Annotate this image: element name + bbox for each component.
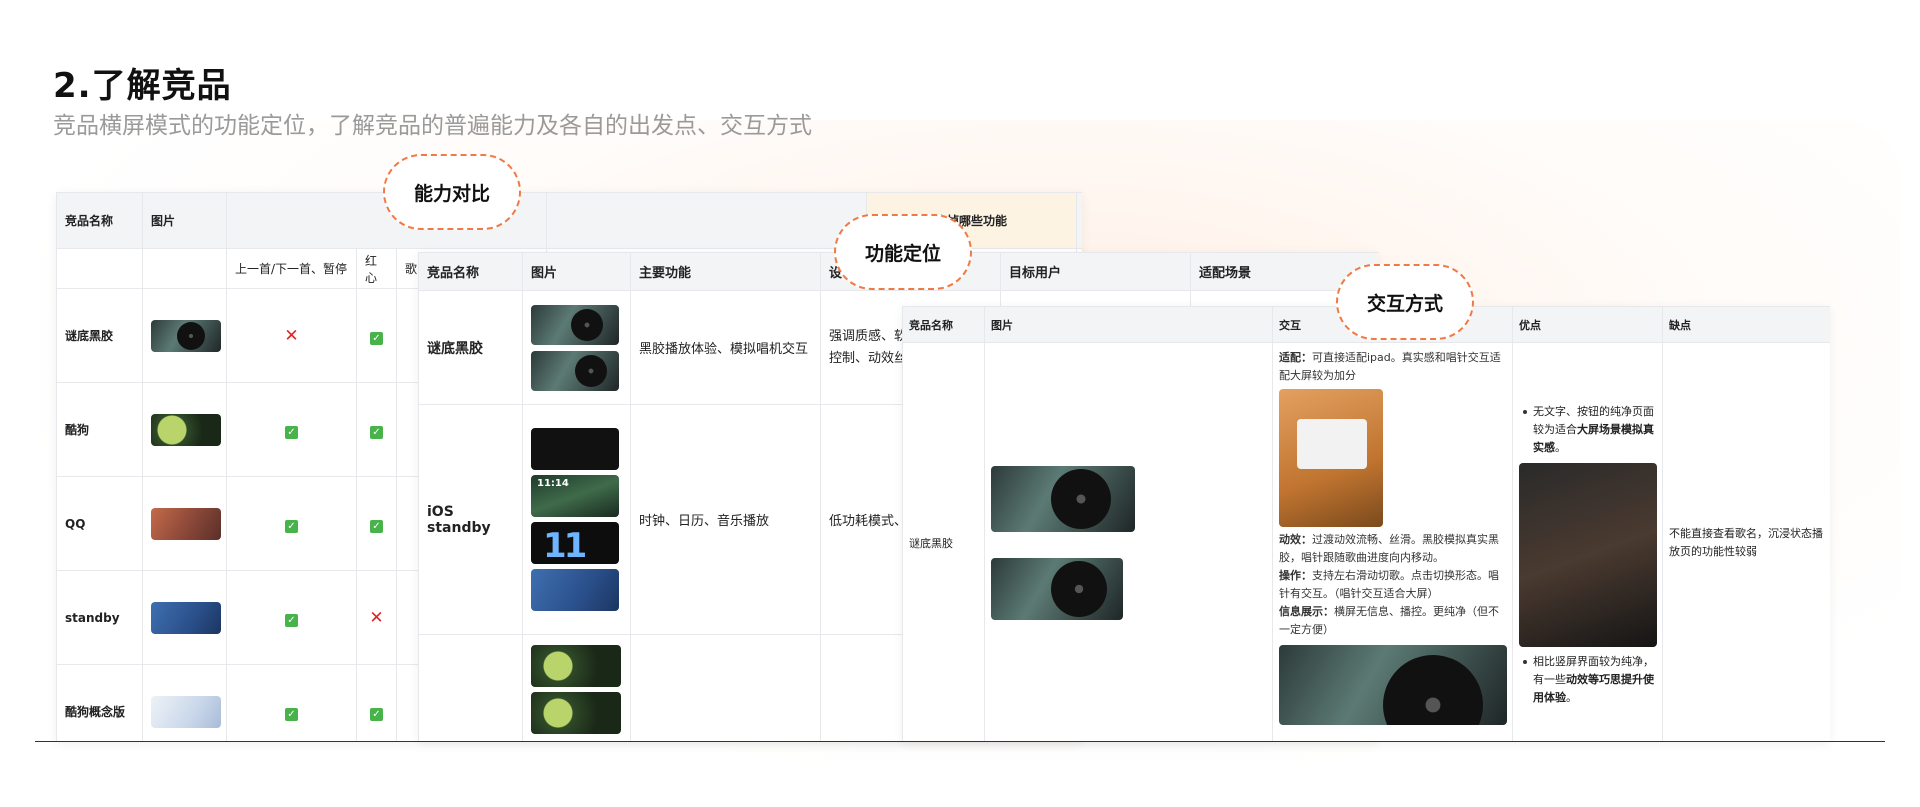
product-name: 谜底黑胶 [56, 288, 143, 383]
check-icon: ✓ [235, 421, 348, 439]
info-display-text: 信息展示：横屏无信息、播控。更纯净（但不一定方便） [1279, 605, 1499, 636]
product-name: 酷狗概念版 [56, 664, 143, 742]
col-cons: 缺点 [1662, 306, 1830, 343]
check-icon: ✓ [365, 515, 388, 533]
col-image: 图片 [984, 306, 1273, 343]
product-thumbnail [151, 413, 221, 446]
product-thumbnail [531, 304, 619, 345]
motion-text: 动效：过渡动效流畅、丝滑。黑胶模拟真实黑胶，唱针跟随歌曲进度向内移动。 [1279, 533, 1499, 564]
cross-icon: ✕ [284, 325, 299, 346]
cons-text: 不能直接查看歌名，沉浸状态播放页的功能性较弱 [1662, 342, 1830, 742]
sub-header-playback: 上一首/下一首、暂停 [226, 248, 357, 289]
slide: 2.了解竞品 竞品横屏模式的功能定位，了解竞品的普遍能力及各自的出发点、交互方式… [0, 0, 1920, 807]
page-title: 2.了解竞品 [53, 66, 232, 106]
product-thumbnail [151, 695, 221, 728]
col-main-function: 主要功能 [630, 252, 821, 291]
product-thumbnail [531, 350, 619, 391]
page-subtitle: 竞品横屏模式的功能定位，了解竞品的普遍能力及各自的出发点、交互方式 [53, 113, 812, 139]
product-name: QQ [56, 476, 143, 571]
product-name: iOS standby [418, 404, 523, 635]
pro-item: 相比竖屏界面较为纯净，有一些动效等巧思提升使用体验。 [1519, 653, 1656, 707]
check-icon: ✓ [235, 515, 348, 533]
table-row: 谜底黑胶 适配：可直接适配ipad。真实感和唱针交互适配大屏较为加分 动效：过渡… [902, 342, 1830, 742]
landscape-screenshot [1279, 645, 1507, 725]
product-thumbnail [531, 692, 621, 734]
product-thumbnail [531, 569, 619, 611]
product-thumbnail [151, 507, 221, 540]
interaction-table: 竞品名称 图片 交互 优点 缺点 谜底黑胶 适配：可直接适配ipad。真实感和唱… [902, 306, 1830, 742]
product-name: 酷狗 [56, 382, 143, 477]
col-target-user: 目标用户 [1000, 252, 1191, 291]
usage-photo [1519, 463, 1657, 647]
col-product-name: 竞品名称 [902, 306, 985, 343]
check-icon: ✓ [365, 703, 388, 721]
cross-icon: ✕ [369, 607, 384, 628]
product-thumbnail: 11 12 [531, 522, 619, 564]
check-icon: ✓ [365, 421, 388, 439]
function-bubble: 功能定位 [834, 214, 972, 290]
product-thumbnail [991, 557, 1123, 620]
product-thumbnail [531, 645, 621, 687]
product-thumbnail [151, 601, 221, 634]
interaction-method-table-card: 竞品名称 图片 交互 优点 缺点 谜底黑胶 适配：可直接适配ipad。真实感和唱… [902, 306, 1830, 742]
check-icon: ✓ [235, 609, 348, 627]
product-thumbnail: 11:14 [531, 475, 619, 517]
product-thumbnail [991, 465, 1135, 532]
product-name: 谜底黑胶 [902, 342, 985, 742]
operation-text: 操作：支持左右滑动切歌。点击切换形态。唱针有交互。（唱针交互适合大屏） [1279, 569, 1499, 600]
ability-bubble: 能力对比 [383, 154, 521, 230]
main-function: 黑胶播放体验、模拟唱机交互 [630, 290, 821, 405]
bottom-divider [35, 741, 1885, 742]
product-name: standby [56, 570, 143, 665]
product-name: 谜底黑胶 [418, 290, 523, 405]
col-pros: 优点 [1512, 306, 1663, 343]
col-product-name: 竞品名称 [418, 252, 523, 291]
col-product-name: 竞品名称 [56, 192, 143, 249]
check-icon: ✓ [235, 703, 348, 721]
sub-header-favorite: 红心 [356, 248, 397, 289]
ipad-photo [1279, 389, 1383, 527]
check-icon: ✓ [365, 327, 388, 345]
adapt-text: 适配：可直接适配ipad。真实感和唱针交互适配大屏较为加分 [1279, 351, 1501, 382]
col-image: 图片 [142, 192, 227, 249]
product-thumbnail [151, 319, 221, 352]
product-thumbnail [531, 428, 619, 470]
pro-item: 无文字、按钮的纯净页面较为适合大屏场景模拟真实感。 [1519, 403, 1656, 457]
main-function: 时钟、日历、音乐播放 [630, 404, 821, 635]
col-image: 图片 [522, 252, 631, 291]
interaction-bubble: 交互方式 [1336, 264, 1474, 340]
